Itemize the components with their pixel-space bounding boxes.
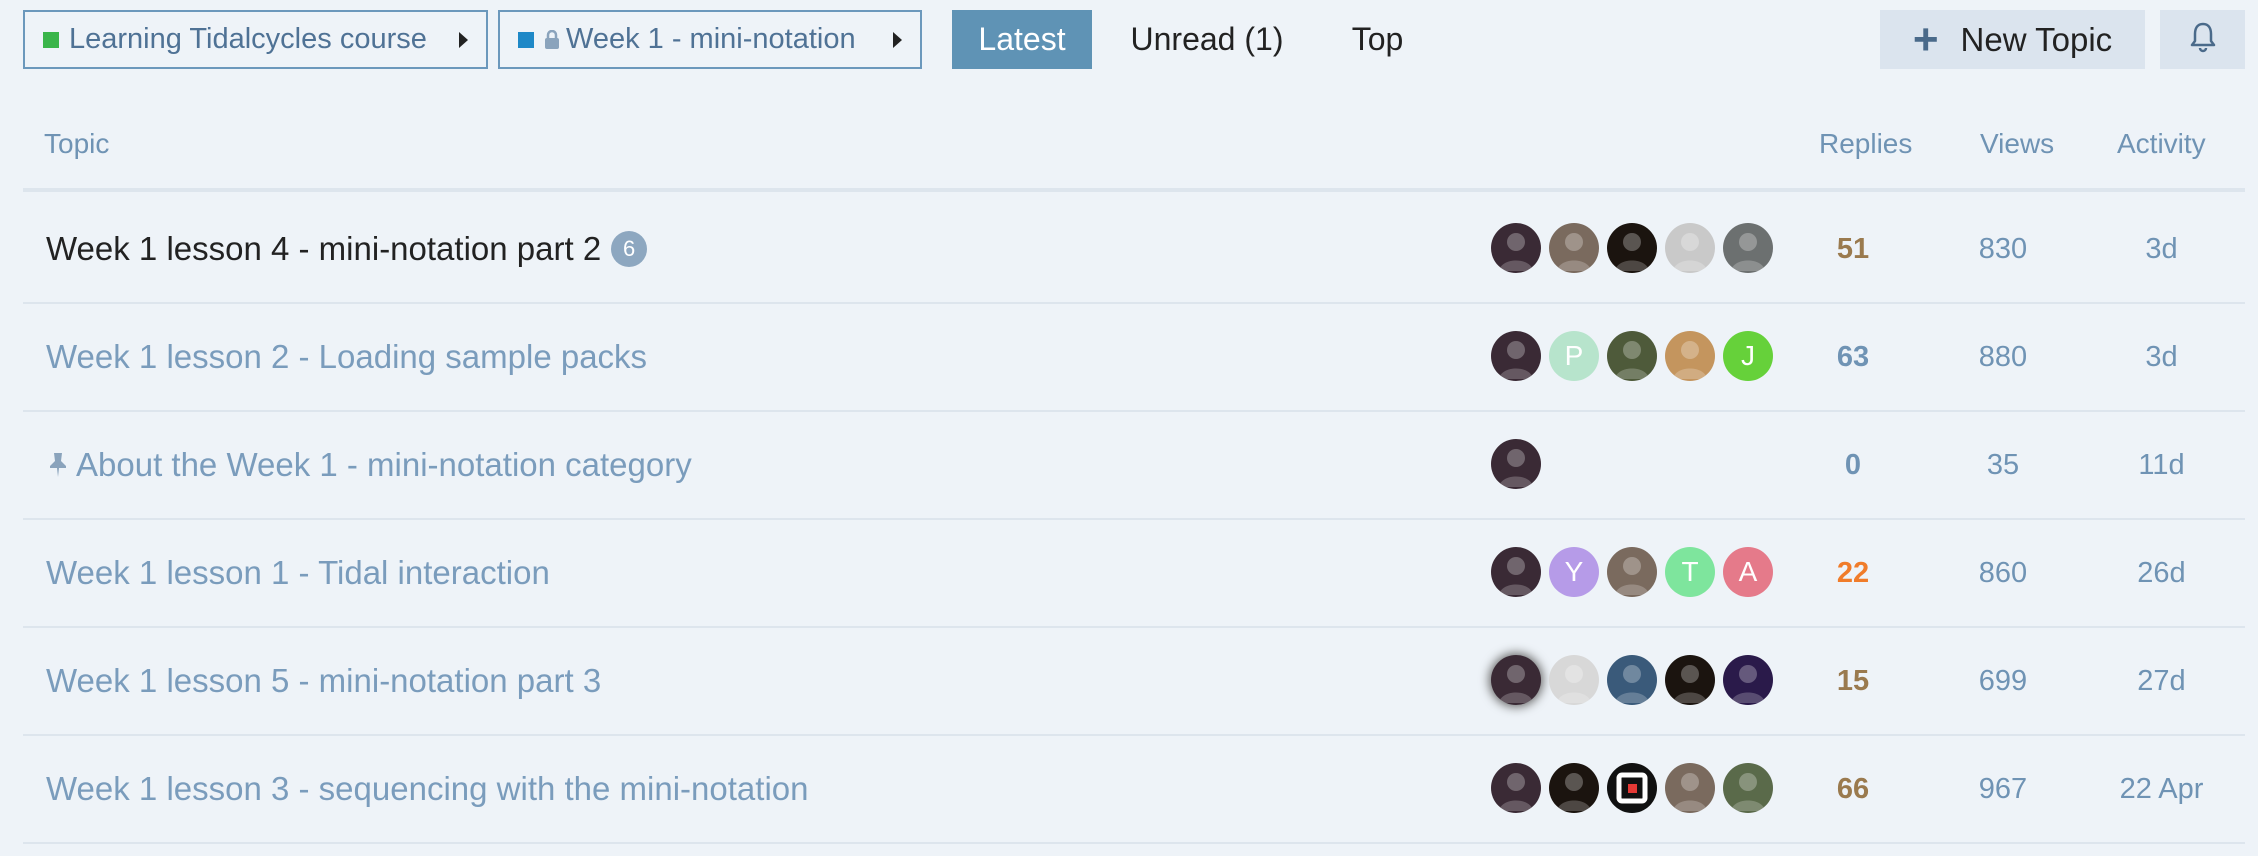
lock-icon xyxy=(544,29,560,50)
top-navigation: Learning Tidalcycles course Week 1 - min… xyxy=(0,0,2258,80)
header-replies[interactable]: Replies xyxy=(1819,128,1912,160)
category-color-swatch xyxy=(43,31,59,48)
topic-title-link[interactable]: Week 1 lesson 1 - Tidal interaction xyxy=(46,520,550,626)
letter-avatar[interactable]: A xyxy=(1723,547,1773,597)
topic-title: About the Week 1 - mini-notation categor… xyxy=(76,446,692,483)
avatar[interactable] xyxy=(1723,655,1773,705)
table-row: Week 1 lesson 5 - mini-notation part 3 1… xyxy=(23,628,2245,736)
activity-time[interactable]: 22 Apr xyxy=(2078,736,2245,842)
avatar[interactable] xyxy=(1723,223,1773,273)
topic-title-link[interactable]: Week 1 lesson 3 - sequencing with the mi… xyxy=(46,736,808,842)
table-row: Week 1 lesson 2 - Loading sample packs P… xyxy=(23,304,2245,412)
new-topic-label: New Topic xyxy=(1960,20,2113,58)
views-count: 860 xyxy=(1978,556,2028,589)
header-topic[interactable]: Topic xyxy=(44,128,109,160)
topic-title-link[interactable]: Week 1 lesson 4 - mini-notation part 2 6 xyxy=(46,196,648,302)
avatar[interactable] xyxy=(1665,223,1715,273)
avatar[interactable] xyxy=(1665,763,1715,813)
views-count: 35 xyxy=(1986,448,2020,481)
avatar[interactable] xyxy=(1491,439,1541,489)
table-row: Week 1 lesson 4 - mini-notation part 2 6… xyxy=(23,196,2245,304)
avatar[interactable] xyxy=(1607,223,1657,273)
subcategory-breadcrumb[interactable]: Week 1 - mini-notation xyxy=(498,10,922,69)
header-activity[interactable]: Activity xyxy=(2117,128,2206,160)
topic-title: Week 1 lesson 2 - Loading sample packs xyxy=(46,338,648,375)
activity-time[interactable]: 26d xyxy=(2078,520,2245,626)
letter-avatar[interactable]: J xyxy=(1723,331,1773,381)
caret-right-icon xyxy=(459,31,468,48)
notification-bell-button[interactable] xyxy=(2160,10,2245,69)
avatar[interactable] xyxy=(1723,763,1773,813)
letter-avatar[interactable]: Y xyxy=(1549,547,1599,597)
views-count: 880 xyxy=(1978,340,2028,373)
avatar[interactable] xyxy=(1549,223,1599,273)
avatar[interactable] xyxy=(1491,331,1541,381)
avatar[interactable] xyxy=(1491,763,1541,813)
logo-avatar[interactable] xyxy=(1607,763,1657,813)
replies-count: 63 xyxy=(1836,340,1870,373)
avatar[interactable] xyxy=(1665,331,1715,381)
bell-icon xyxy=(2189,21,2217,58)
topic-title-link[interactable]: About the Week 1 - mini-notation categor… xyxy=(46,412,692,518)
table-row: About the Week 1 - mini-notation categor… xyxy=(23,412,2245,520)
topic-title: Week 1 lesson 4 - mini-notation part 2 xyxy=(46,230,602,267)
topic-title-link[interactable]: Week 1 lesson 5 - mini-notation part 3 xyxy=(46,628,601,734)
avatar[interactable] xyxy=(1491,655,1541,705)
avatar[interactable] xyxy=(1549,763,1599,813)
topic-title: Week 1 lesson 5 - mini-notation part 3 xyxy=(46,662,602,699)
avatar[interactable] xyxy=(1491,547,1541,597)
subcategory-color-swatch xyxy=(518,31,534,48)
letter-avatar[interactable]: P xyxy=(1549,331,1599,381)
tab-latest[interactable]: Latest xyxy=(952,10,1092,69)
avatar[interactable] xyxy=(1607,547,1657,597)
activity-time[interactable]: 3d xyxy=(2078,304,2245,410)
replies-count: 51 xyxy=(1836,232,1870,265)
table-row: Week 1 lesson 3 - sequencing with the mi… xyxy=(23,736,2245,844)
topic-list-header: Topic Replies Views Activity xyxy=(23,100,2245,192)
table-row: Week 1 lesson 1 - Tidal interaction YTA … xyxy=(23,520,2245,628)
replies-count: 15 xyxy=(1836,664,1870,697)
topic-title: Week 1 lesson 1 - Tidal interaction xyxy=(46,554,550,591)
category-breadcrumb[interactable]: Learning Tidalcycles course xyxy=(23,10,488,69)
avatar[interactable] xyxy=(1607,331,1657,381)
avatar[interactable] xyxy=(1549,655,1599,705)
topic-title-link[interactable]: Week 1 lesson 2 - Loading sample packs xyxy=(46,304,647,410)
views-count: 699 xyxy=(1978,664,2028,697)
new-topic-button[interactable]: + New Topic xyxy=(1880,10,2145,69)
replies-count: 0 xyxy=(1844,448,1862,481)
header-views[interactable]: Views xyxy=(1980,128,2054,160)
category-label: Learning Tidalcycles course xyxy=(69,23,427,55)
avatar[interactable] xyxy=(1491,223,1541,273)
replies-count: 22 xyxy=(1836,556,1870,589)
avatar[interactable] xyxy=(1607,655,1657,705)
tab-top[interactable]: Top xyxy=(1330,10,1425,69)
views-count: 967 xyxy=(1978,772,2028,805)
tab-unread[interactable]: Unread (1) xyxy=(1112,10,1302,69)
avatar[interactable] xyxy=(1665,655,1715,705)
caret-right-icon xyxy=(893,31,902,48)
activity-time[interactable]: 27d xyxy=(2078,628,2245,734)
subcategory-label: Week 1 - mini-notation xyxy=(566,23,856,55)
replies-count: 66 xyxy=(1836,772,1870,805)
new-posts-badge[interactable]: 6 xyxy=(611,231,648,267)
pin-icon xyxy=(46,451,70,479)
activity-time[interactable]: 11d xyxy=(2078,412,2245,518)
plus-icon: + xyxy=(1912,14,1939,64)
views-count: 830 xyxy=(1978,232,2028,265)
activity-time[interactable]: 3d xyxy=(2078,196,2245,302)
letter-avatar[interactable]: T xyxy=(1665,547,1715,597)
topic-title: Week 1 lesson 3 - sequencing with the mi… xyxy=(46,770,809,807)
